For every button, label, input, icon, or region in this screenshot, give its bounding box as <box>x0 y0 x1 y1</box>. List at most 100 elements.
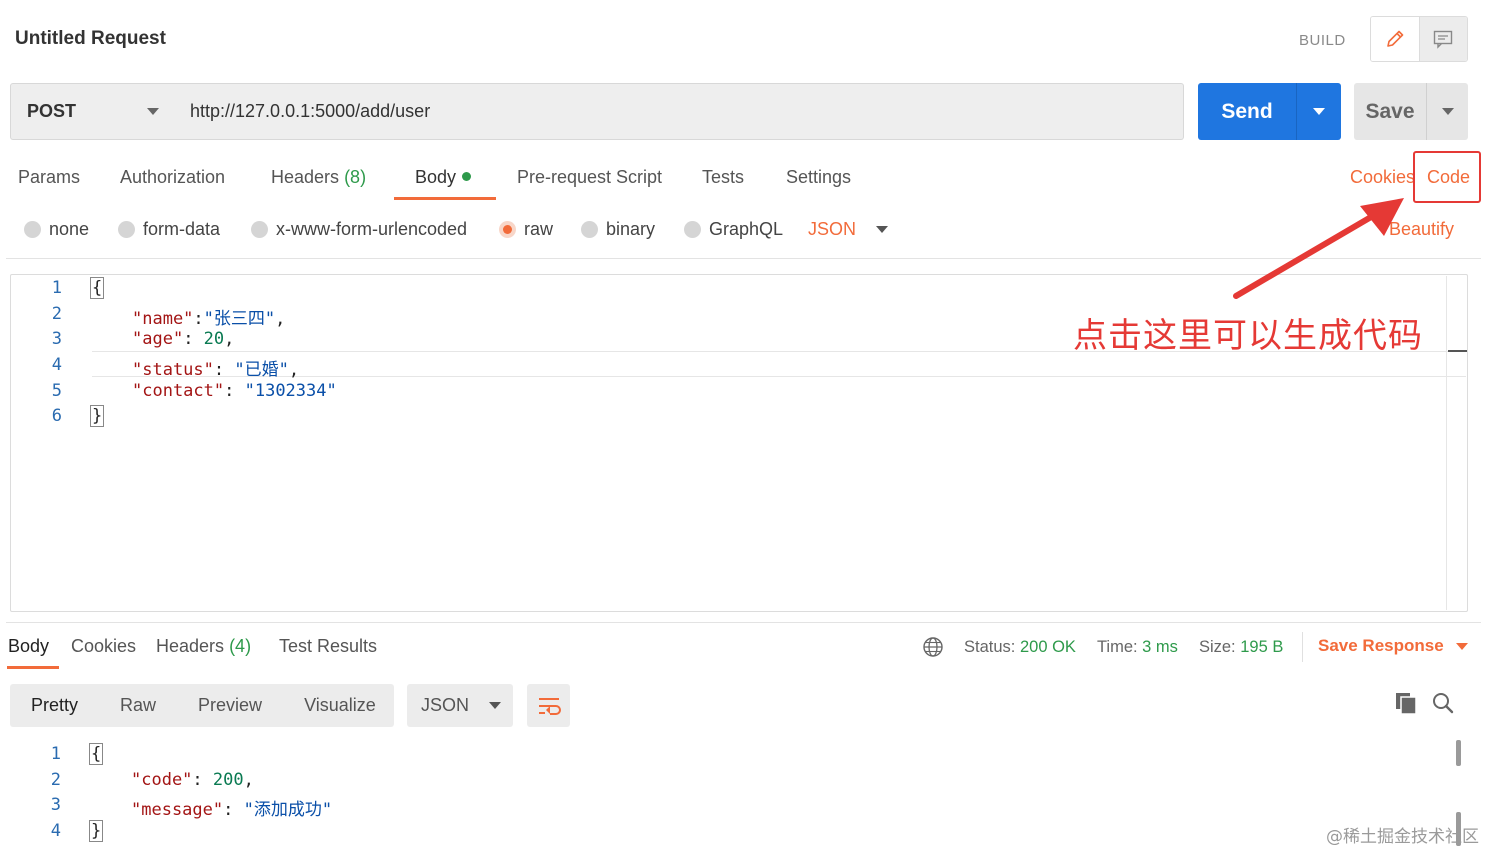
response-line-3: "message": "添加成功" <box>131 800 333 820</box>
size-value[interactable]: 195 B <box>1240 638 1283 657</box>
json-number: 200 <box>212 770 244 790</box>
wrap-lines-button[interactable] <box>527 684 570 727</box>
response-tab-test-results[interactable]: Test Results <box>279 636 377 657</box>
radio-checked-icon <box>499 221 516 238</box>
tab-body[interactable]: Body <box>415 167 472 188</box>
view-preview-button[interactable]: Preview <box>177 695 283 716</box>
editor-scrollbar[interactable] <box>1446 276 1447 610</box>
json-string: "添加成功" <box>243 800 333 820</box>
json-key: "contact" <box>132 381 225 401</box>
code-line-6: } <box>90 405 105 427</box>
view-raw-button[interactable]: Raw <box>99 695 177 716</box>
response-status-bar: Status: 200 OK Time: 3 ms Size: 195 B <box>922 636 1283 658</box>
radio-graphql-label: GraphQL <box>709 219 784 239</box>
line-number: 2 <box>50 770 61 790</box>
chevron-down-icon <box>1441 108 1454 115</box>
json-key: "status" <box>132 360 214 380</box>
json-number: 20 <box>203 329 225 349</box>
radio-graphql[interactable]: GraphQL <box>684 219 783 240</box>
comments-button[interactable] <box>1418 17 1467 61</box>
active-tab-underline <box>394 197 496 200</box>
body-indicator-dot <box>462 172 472 181</box>
response-tab-cookies[interactable]: Cookies <box>71 636 136 657</box>
response-tab-body[interactable]: Body <box>8 636 49 657</box>
json-string: "张三四" <box>203 309 276 329</box>
response-line-4: } <box>89 820 104 842</box>
method-select[interactable]: POST <box>10 83 176 140</box>
edit-mode-button[interactable] <box>1371 17 1419 61</box>
globe-icon[interactable] <box>922 636 944 658</box>
status-value[interactable]: 200 OK <box>1020 638 1076 657</box>
chevron-down-icon <box>1313 108 1325 115</box>
radio-icon <box>118 221 135 238</box>
code-line-1: { <box>90 277 105 299</box>
tab-headers-label: Headers <box>271 167 340 187</box>
response-format-label: JSON <box>421 695 470 715</box>
size-label: Size: <box>1198 637 1236 656</box>
radio-binary-label: binary <box>606 219 656 239</box>
line-number: 4 <box>50 821 61 841</box>
method-label: POST <box>27 101 77 121</box>
save-button-group: Save <box>1354 83 1468 140</box>
save-button[interactable]: Save <box>1354 83 1426 140</box>
chevron-down-icon <box>489 702 502 709</box>
tab-tests[interactable]: Tests <box>702 167 744 188</box>
chevron-down-icon <box>876 226 889 233</box>
radio-icon <box>251 221 268 238</box>
json-key: "age" <box>132 329 184 349</box>
chevron-down-icon <box>147 108 159 115</box>
radio-icon <box>24 221 41 238</box>
copy-icon[interactable] <box>1394 691 1418 715</box>
response-scrollbar[interactable] <box>1456 740 1461 766</box>
tab-headers[interactable]: Headers (8) <box>271 167 366 188</box>
line-number: 1 <box>51 278 62 298</box>
response-tab-headers[interactable]: Headers (4) <box>156 636 251 657</box>
comment-icon <box>1434 30 1453 49</box>
time-label: Time: <box>1096 637 1138 656</box>
radio-urlencoded[interactable]: x-www-form-urlencoded <box>251 219 467 240</box>
search-icon[interactable] <box>1431 691 1455 715</box>
radio-binary[interactable]: binary <box>581 219 655 240</box>
json-key: "message" <box>131 800 224 820</box>
tab-params[interactable]: Params <box>18 167 80 188</box>
view-pretty-button[interactable]: Pretty <box>10 695 99 716</box>
json-key: "code" <box>131 770 193 790</box>
save-options-button[interactable] <box>1426 83 1468 140</box>
watermark: @稀土掘金技术社区 <box>1326 827 1479 847</box>
radio-icon <box>581 221 598 238</box>
line-number: 1 <box>50 744 61 764</box>
brace: } <box>90 405 105 427</box>
save-response-button[interactable]: Save Response <box>1318 636 1468 656</box>
response-format-select[interactable]: JSON <box>407 684 513 727</box>
active-tab-underline <box>7 666 59 669</box>
tab-prerequest-script[interactable]: Pre-request Script <box>517 167 662 188</box>
tab-headers-count: (8) <box>344 167 367 187</box>
code-line-5: "contact": "1302334" <box>132 381 337 401</box>
view-visualize-button[interactable]: Visualize <box>283 695 397 716</box>
tab-settings[interactable]: Settings <box>786 167 851 188</box>
request-title[interactable]: Untitled Request <box>15 28 166 50</box>
response-tab-headers-label: Headers <box>156 636 225 656</box>
code-line-3: "age": 20, <box>132 329 235 349</box>
url-input[interactable]: http://127.0.0.1:5000/add/user <box>175 83 1184 140</box>
radio-raw[interactable]: raw <box>499 219 553 240</box>
radio-form-data-label: form-data <box>143 219 221 239</box>
time-value[interactable]: 3 ms <box>1142 638 1178 657</box>
radio-none-label: none <box>49 219 90 239</box>
brace: } <box>89 820 104 842</box>
response-line-1: { <box>89 743 104 765</box>
radio-none[interactable]: none <box>24 219 89 240</box>
body-format-select[interactable]: JSON <box>808 219 889 240</box>
tab-authorization[interactable]: Authorization <box>120 167 225 188</box>
send-options-button[interactable] <box>1296 83 1341 140</box>
body-format-label: JSON <box>808 219 857 239</box>
chevron-down-icon <box>1455 642 1468 650</box>
divider <box>1302 632 1303 662</box>
annotation-arrow-icon <box>1233 198 1404 299</box>
send-button-group: Send <box>1198 83 1341 140</box>
json-key: "name" <box>132 309 194 329</box>
send-button[interactable]: Send <box>1198 83 1296 140</box>
brace: { <box>90 277 105 299</box>
radio-form-data[interactable]: form-data <box>118 219 220 240</box>
cookies-link[interactable]: Cookies <box>1350 167 1415 188</box>
